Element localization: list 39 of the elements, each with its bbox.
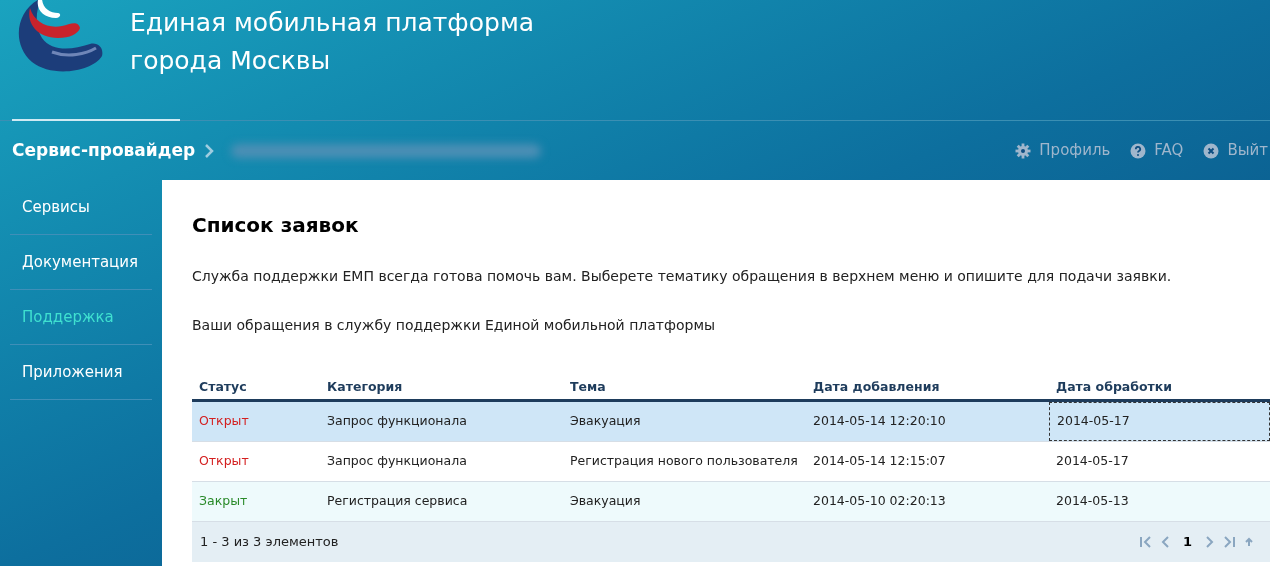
column-header[interactable]: Дата обработки xyxy=(1049,378,1270,397)
table-row[interactable]: Открыт Запрос функционала Эвакуация 2014-05-14 12:20:10 2014-05-17 xyxy=(192,402,1270,442)
intro-text: Служба поддержки ЕМП всегда готова помочь вам. Выберете тематику обращения в верхнем меню и опишите для подачи заявки. xyxy=(192,267,1173,286)
page-number[interactable]: 1 xyxy=(1178,532,1196,552)
column-header[interactable]: Категория xyxy=(320,378,563,397)
table-cell-text: 2014-05-14 12:20:10 xyxy=(812,412,947,431)
table-cell-text: Эвакуация xyxy=(569,412,642,431)
subtitle-text: Ваши обращения в службу поддержки Единой мобильной платформы xyxy=(192,316,717,335)
table-cell-text: 2014-05-10 02:20:13 xyxy=(812,492,947,511)
table-cell-text: 2014-05-13 xyxy=(1055,492,1130,511)
status-cell-text: Закрыт xyxy=(198,492,249,511)
table-cell-text: Регистрация сервиса xyxy=(326,492,469,511)
table-cell-text: Регистрация нового пользователя xyxy=(569,452,799,471)
status-cell-text: Открыт xyxy=(198,412,250,431)
column-header[interactable]: Тема xyxy=(563,378,806,397)
help-icon xyxy=(1130,142,1147,159)
table-cell-text: Запрос функционала xyxy=(326,412,468,431)
first-page-icon[interactable] xyxy=(1138,535,1153,549)
sidebar-item[interactable]: Приложения xyxy=(10,345,152,400)
table-cell-text: Эвакуация xyxy=(569,492,642,511)
sidebar-item[interactable]: Сервисы xyxy=(10,180,152,235)
chevron-icon xyxy=(203,142,216,159)
table-cell-text: Запрос функционала xyxy=(326,452,468,471)
column-header[interactable]: Статус xyxy=(192,378,320,397)
close-icon xyxy=(1203,142,1220,159)
app-title: города Москвы xyxy=(130,45,332,77)
last-page-icon[interactable] xyxy=(1222,535,1236,549)
table-row[interactable]: Закрыт Регистрация сервиса Эвакуация 2014-05-10 02:20:13 2014-05-13 xyxy=(192,482,1270,522)
table-cell: 2014-05-17 xyxy=(1049,402,1270,441)
status-cell-text: Открыт xyxy=(198,452,250,471)
gear-icon xyxy=(1015,142,1032,159)
breadcrumb-link[interactable]: Сервис-провайдер xyxy=(12,137,196,164)
app-title: Единая мобильная платформа xyxy=(130,7,535,39)
table-cell-text: 2014-05-14 12:15:07 xyxy=(812,452,947,471)
sidebar-item[interactable]: Документация xyxy=(10,235,152,290)
column-header[interactable]: Дата добавления xyxy=(806,378,1049,397)
page-title: Список заявок xyxy=(192,212,360,239)
pager-summary: 1 - 3 из 3 элементов xyxy=(199,533,339,552)
table-cell-text: 2014-05-17 xyxy=(1055,452,1130,471)
